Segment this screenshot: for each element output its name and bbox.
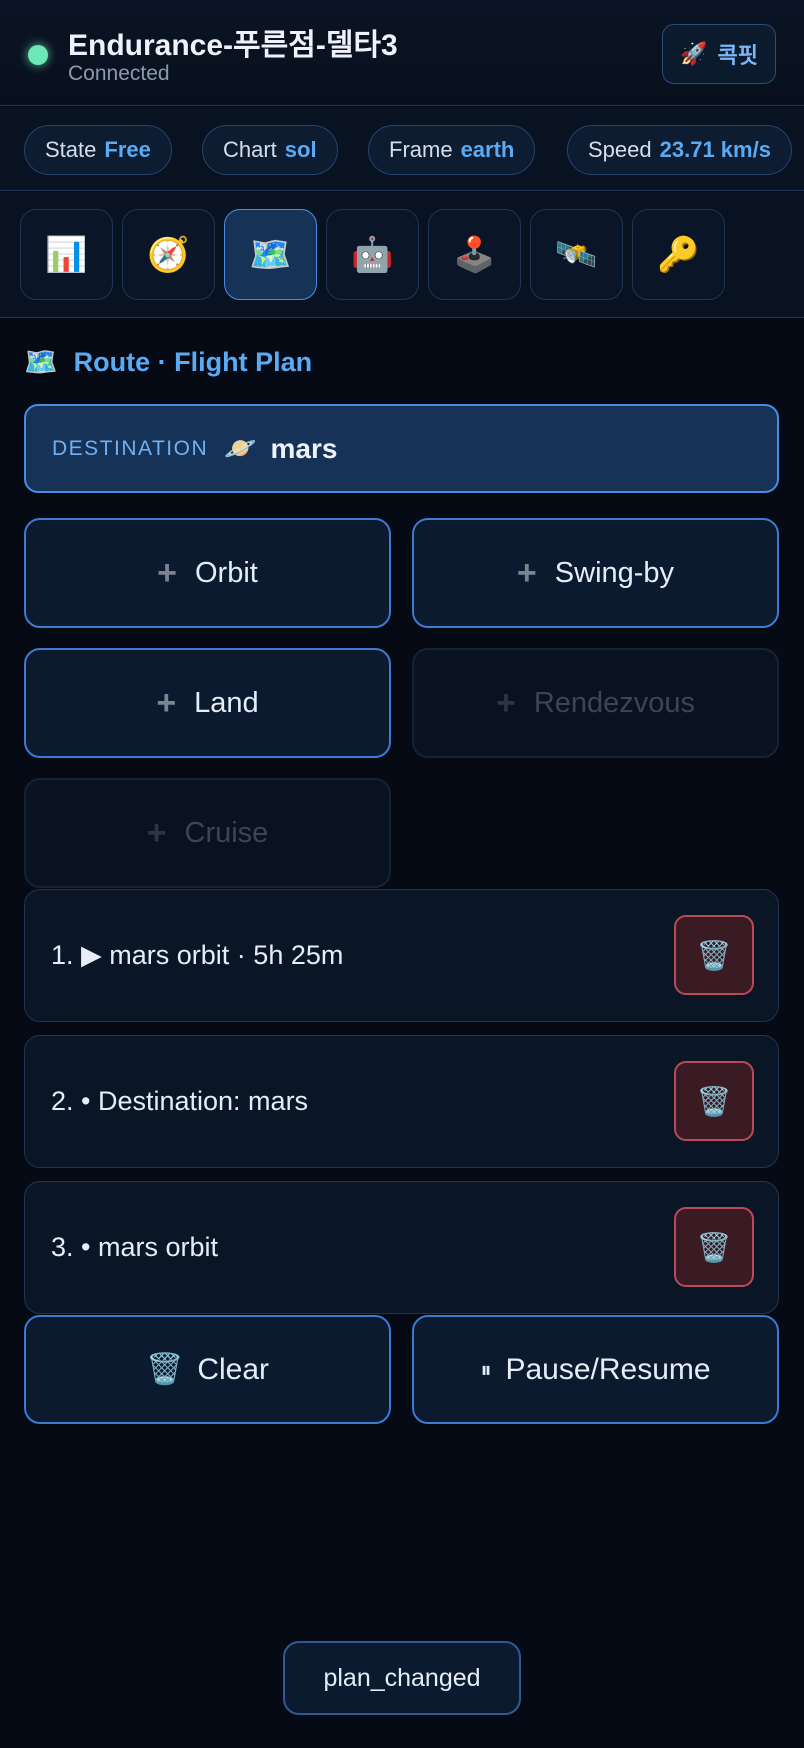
map-icon: 🗺️ bbox=[24, 347, 58, 377]
chart-icon: 📊 bbox=[45, 235, 88, 274]
action-label: Rendezvous bbox=[533, 686, 696, 719]
satellite-icon: 🛰️ bbox=[555, 235, 598, 274]
plan-item-text: 2. • Destination: mars bbox=[51, 1086, 309, 1116]
chip-speed: Speed 23.71 km/s bbox=[567, 125, 792, 175]
event-toast: plan_changed bbox=[283, 1641, 521, 1715]
pause-icon: ⏸ bbox=[480, 1356, 492, 1382]
add-rendezvous-button[interactable]: + Rendezvous bbox=[412, 648, 779, 758]
delete-plan-item-button[interactable]: 🗑️ bbox=[674, 1061, 754, 1141]
tab-navigation[interactable]: 🧭 bbox=[122, 209, 215, 300]
plus-icon: + bbox=[495, 683, 516, 722]
status-chips-bar: State Free Chart sol Frame earth Speed 2… bbox=[0, 107, 804, 191]
compass-icon: 🧭 bbox=[147, 235, 190, 274]
section-title: 🗺️ Route · Flight Plan bbox=[24, 346, 312, 378]
plus-icon: + bbox=[516, 553, 537, 592]
chip-label: Speed bbox=[588, 137, 652, 162]
chip-value: sol bbox=[284, 137, 317, 162]
plan-item: 3. • mars orbit 🗑️ bbox=[24, 1181, 779, 1314]
map-icon: 🗺️ bbox=[249, 235, 292, 274]
chip-value: 23.71 km/s bbox=[659, 137, 771, 162]
tab-access[interactable]: 🔑 bbox=[632, 209, 725, 300]
ship-name: Endurance-푸른점-델타3 bbox=[68, 29, 398, 62]
plan-item-text: 3. • mars orbit bbox=[51, 1232, 218, 1262]
key-icon: 🔑 bbox=[657, 235, 700, 274]
robot-icon: 🤖 bbox=[351, 235, 394, 274]
destination-value: mars bbox=[270, 432, 338, 464]
chip-label: Frame bbox=[389, 137, 453, 162]
plus-icon: + bbox=[156, 683, 177, 722]
add-land-button[interactable]: + Land bbox=[24, 648, 391, 758]
tab-manual[interactable]: 🕹️ bbox=[428, 209, 521, 300]
delete-plan-item-button[interactable]: 🗑️ bbox=[674, 1207, 754, 1287]
chip-frame: Frame earth bbox=[368, 125, 536, 175]
clear-label: Clear bbox=[197, 1352, 270, 1386]
destination-selector[interactable]: DESTINATION 🪐 mars bbox=[24, 404, 779, 493]
tab-comms[interactable]: 🛰️ bbox=[530, 209, 623, 300]
plan-item: 2. • Destination: mars 🗑️ bbox=[24, 1035, 779, 1168]
trash-icon: 🗑️ bbox=[696, 1085, 732, 1117]
action-label: Swing-by bbox=[554, 556, 675, 589]
cockpit-label: 콕핏 bbox=[717, 43, 758, 68]
chip-label: Chart bbox=[223, 137, 277, 162]
rocket-icon: 🚀 bbox=[680, 41, 708, 66]
destination-label: DESTINATION bbox=[52, 436, 209, 460]
delete-plan-item-button[interactable]: 🗑️ bbox=[674, 915, 754, 995]
plan-item-text: 1. ▶ mars orbit · 5h 25m bbox=[51, 940, 344, 970]
chip-value: earth bbox=[460, 137, 515, 162]
chip-value: Free bbox=[104, 137, 151, 162]
app-header: Endurance-푸른점-델타3 Connected 🚀 콕핏 bbox=[0, 0, 804, 106]
chip-chart: Chart sol bbox=[202, 125, 338, 175]
chip-label: State bbox=[45, 137, 97, 162]
trash-icon: 🗑️ bbox=[145, 1353, 184, 1386]
tool-tabs: 📊 🧭 🗺️ 🤖 🕹️ 🛰️ 🔑 bbox=[0, 192, 804, 318]
clear-plan-button[interactable]: 🗑️ Clear bbox=[24, 1315, 391, 1424]
cockpit-button[interactable]: 🚀 콕핏 bbox=[662, 24, 776, 84]
action-label: Orbit bbox=[195, 556, 258, 589]
add-cruise-button[interactable]: + Cruise bbox=[24, 778, 391, 888]
trash-icon: 🗑️ bbox=[696, 939, 732, 971]
connection-status-dot bbox=[28, 45, 48, 65]
plus-icon: + bbox=[146, 813, 167, 852]
pause-resume-label: Pause/Resume bbox=[505, 1352, 711, 1386]
action-label: Land bbox=[194, 686, 259, 719]
plan-item: 1. ▶ mars orbit · 5h 25m 🗑️ bbox=[24, 889, 779, 1022]
tab-autopilot[interactable]: 🤖 bbox=[326, 209, 419, 300]
chip-state: State Free bbox=[24, 125, 172, 175]
plus-icon: + bbox=[157, 553, 177, 592]
pause-resume-button[interactable]: ⏸ Pause/Resume bbox=[412, 1315, 779, 1424]
connection-status: Connected bbox=[68, 62, 170, 85]
trash-icon: 🗑️ bbox=[696, 1231, 732, 1263]
tab-route[interactable]: 🗺️ bbox=[224, 209, 317, 300]
section-title-text: Route · Flight Plan bbox=[73, 346, 313, 377]
add-orbit-button[interactable]: + Orbit bbox=[24, 518, 391, 628]
tab-stats[interactable]: 📊 bbox=[20, 209, 113, 300]
action-label: Cruise bbox=[184, 816, 269, 849]
planet-icon: 🪐 bbox=[224, 433, 257, 463]
joystick-icon: 🕹️ bbox=[453, 235, 496, 274]
add-swing-by-button[interactable]: + Swing-by bbox=[412, 518, 779, 628]
